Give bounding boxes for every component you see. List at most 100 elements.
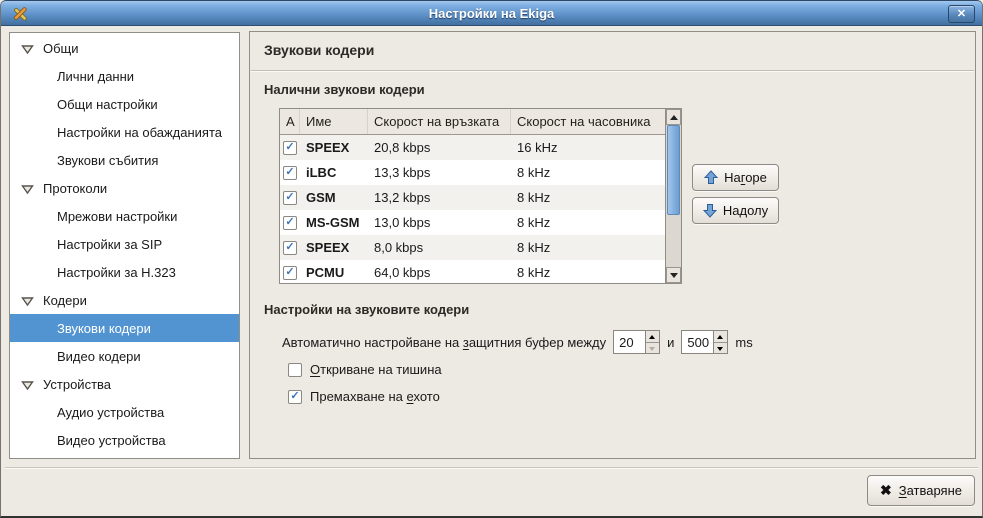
page-title: Звукови кодери <box>264 42 374 58</box>
available-codecs-heading: Налични звукови кодери <box>264 82 425 97</box>
codec-clockrate: 8 kHz <box>511 190 666 205</box>
close-x-icon: ✖ <box>880 482 892 499</box>
window-title: Настройки на Ekiga <box>1 6 982 21</box>
spin-down-button[interactable] <box>646 343 659 354</box>
sidebar-section-devices[interactable]: Устройства <box>10 370 239 398</box>
sidebar-item-network-settings[interactable]: Мрежови настройки <box>10 202 239 230</box>
sidebar-item-label: Устройства <box>43 377 111 392</box>
codec-enabled-checkbox[interactable]: ✓ <box>283 266 297 280</box>
spin-down-button[interactable] <box>714 343 727 354</box>
expander-icon[interactable] <box>21 379 34 390</box>
move-down-button[interactable]: Надолу <box>692 197 779 224</box>
table-row[interactable]: ✓ GSM 13,2 kbps 8 kHz <box>280 185 666 210</box>
sidebar-tree: Общи Лични данни Общи настройки Настройк… <box>9 32 240 459</box>
jitter-buffer-row: Автоматично настройване на защитния буфе… <box>282 329 753 355</box>
sidebar-section-protocols[interactable]: Протоколи <box>10 174 239 202</box>
triangle-down-icon <box>670 273 678 278</box>
sidebar-item-personal-data[interactable]: Лични данни <box>10 62 239 90</box>
codec-name: SPEEX <box>300 240 368 255</box>
and-label: и <box>667 335 674 350</box>
main-panel: Звукови кодери Налични звукови кодери А … <box>249 31 976 459</box>
check-icon: ✓ <box>285 241 294 253</box>
column-header-clockrate[interactable]: Скорост на часовника <box>511 109 681 134</box>
expander-icon[interactable] <box>21 183 34 194</box>
column-header-name[interactable]: Име <box>300 109 368 134</box>
scroll-down-button[interactable] <box>666 267 681 283</box>
codec-name: MS-GSM <box>300 215 368 230</box>
sidebar-section-codecs[interactable]: Кодери <box>10 286 239 314</box>
move-up-button[interactable]: Нагоре <box>692 164 779 191</box>
arrow-up-icon <box>704 170 718 185</box>
jitter-buffer-label: Автоматично настройване на защитния буфе… <box>282 335 606 350</box>
silence-detection-checkbox[interactable] <box>288 363 302 377</box>
sidebar-section-general[interactable]: Общи <box>10 34 239 62</box>
sidebar-item-label: Настройки на обажданията <box>57 125 222 140</box>
spin-up-button[interactable] <box>714 331 727 343</box>
sidebar-item-video-devices[interactable]: Видео устройства <box>10 426 239 454</box>
jitter-max-spinner[interactable]: 500 <box>681 330 728 354</box>
codec-bitrate: 64,0 kbps <box>368 265 511 280</box>
codec-bitrate: 13,0 kbps <box>368 215 511 230</box>
triangle-up-icon <box>649 335 655 339</box>
sidebar-item-label: Протоколи <box>43 181 107 196</box>
codec-settings-heading: Настройки на звуковите кодери <box>264 302 469 317</box>
echo-cancellation-option[interactable]: ✓ Премахване на ехото <box>288 389 440 404</box>
codec-bitrate: 13,3 kbps <box>368 165 511 180</box>
spinner-arrows[interactable] <box>713 331 727 353</box>
sidebar-item-call-settings[interactable]: Настройки на обажданията <box>10 118 239 146</box>
codec-clockrate: 8 kHz <box>511 265 666 280</box>
check-icon: ✓ <box>285 266 294 278</box>
codec-table: А Име Скорост на връзката Скорост на час… <box>279 108 682 284</box>
sidebar-item-audio-devices[interactable]: Аудио устройства <box>10 398 239 426</box>
triangle-up-icon <box>670 115 678 120</box>
sidebar-item-label: Настройки за H.323 <box>57 265 176 280</box>
sidebar-item-general-settings[interactable]: Общи настройки <box>10 90 239 118</box>
spinner-arrows[interactable] <box>645 331 659 353</box>
table-row[interactable]: ✓ SPEEX 8,0 kbps 8 kHz <box>280 235 666 260</box>
jitter-min-spinner[interactable]: 20 <box>613 330 660 354</box>
echo-cancellation-checkbox[interactable]: ✓ <box>288 390 302 404</box>
close-dialog-button[interactable]: ✖ Затваряне <box>867 475 975 506</box>
sidebar-item-sound-events[interactable]: Звукови събития <box>10 146 239 174</box>
jitter-min-value[interactable]: 20 <box>614 331 645 353</box>
jitter-max-value[interactable]: 500 <box>682 331 713 353</box>
move-down-label: Надолу <box>723 203 768 218</box>
sidebar-item-label: Звукови събития <box>57 153 158 168</box>
scroll-up-button[interactable] <box>666 109 681 125</box>
codec-bitrate: 13,2 kbps <box>368 190 511 205</box>
expander-icon[interactable] <box>21 295 34 306</box>
codec-bitrate: 20,8 kbps <box>368 140 511 155</box>
codec-enabled-checkbox[interactable]: ✓ <box>283 216 297 230</box>
codec-enabled-checkbox[interactable]: ✓ <box>283 166 297 180</box>
spin-up-button[interactable] <box>646 331 659 343</box>
sidebar-item-sip-settings[interactable]: Настройки за SIP <box>10 230 239 258</box>
sidebar-item-h323-settings[interactable]: Настройки за H.323 <box>10 258 239 286</box>
titlebar[interactable]: Настройки на Ekiga ✕ <box>1 0 982 26</box>
column-header-active[interactable]: А <box>280 109 300 134</box>
codec-enabled-checkbox[interactable]: ✓ <box>283 241 297 255</box>
sidebar-item-video-codecs[interactable]: Видео кодери <box>10 342 239 370</box>
window-close-button[interactable]: ✕ <box>948 5 975 23</box>
sidebar-item-audio-codecs[interactable]: Звукови кодери <box>10 314 239 342</box>
expander-icon[interactable] <box>21 43 34 54</box>
check-icon: ✓ <box>285 216 294 228</box>
sidebar-item-label: Общи <box>43 41 79 56</box>
codec-bitrate: 8,0 kbps <box>368 240 511 255</box>
check-icon: ✓ <box>290 390 299 402</box>
table-row[interactable]: ✓ MS-GSM 13,0 kbps 8 kHz <box>280 210 666 235</box>
close-x-icon: ✕ <box>957 8 966 20</box>
codec-name: PCMU <box>300 265 368 280</box>
scrollbar-thumb[interactable] <box>667 125 680 215</box>
table-row[interactable]: ✓ SPEEX 20,8 kbps 16 kHz <box>280 135 666 160</box>
table-row[interactable]: ✓ iLBC 13,3 kbps 8 kHz <box>280 160 666 185</box>
codec-enabled-checkbox[interactable]: ✓ <box>283 141 297 155</box>
table-row[interactable]: ✓ PCMU 64,0 kbps 8 kHz <box>280 260 666 285</box>
triangle-down-icon <box>649 347 655 351</box>
check-icon: ✓ <box>285 166 294 178</box>
silence-detection-option[interactable]: Откриване на тишина <box>288 362 442 377</box>
silence-detection-label: Откриване на тишина <box>310 362 442 377</box>
header-separator <box>251 70 974 72</box>
column-header-bitrate[interactable]: Скорост на връзката <box>368 109 511 134</box>
codec-enabled-checkbox[interactable]: ✓ <box>283 191 297 205</box>
vertical-scrollbar[interactable] <box>665 109 681 283</box>
